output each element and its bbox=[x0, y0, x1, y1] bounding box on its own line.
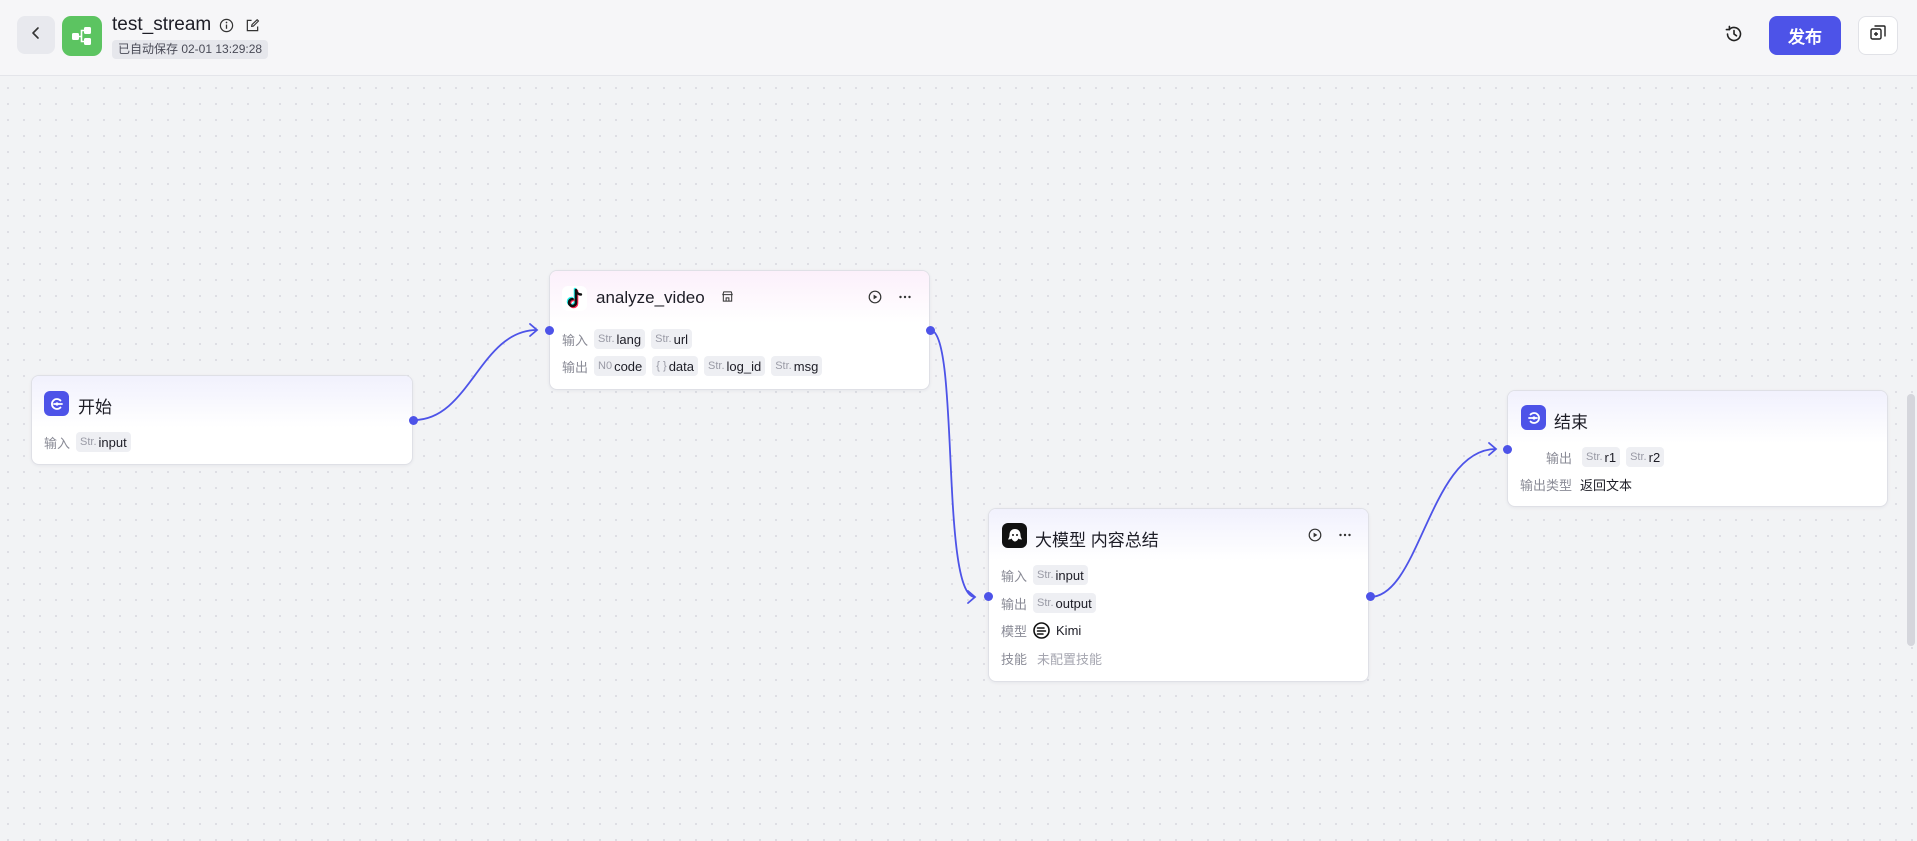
output-label: 输出 bbox=[1001, 596, 1028, 612]
model-name: Kimi bbox=[1056, 623, 1082, 638]
copy-icon bbox=[1869, 24, 1887, 47]
workflow-title: test_stream bbox=[112, 14, 212, 35]
port-start-out[interactable] bbox=[409, 416, 418, 425]
node-analyze-video[interactable]: analyze_video 输入 Str. lang Str. url 输出 N0 c… bbox=[549, 270, 930, 390]
end-icon bbox=[1521, 405, 1546, 430]
node-title: 结束 bbox=[1554, 413, 1588, 432]
edge-analyze-llm bbox=[929, 329, 976, 598]
skill-label: 技能 bbox=[1001, 652, 1028, 667]
param-tag: N0 code bbox=[594, 356, 647, 376]
info-icon[interactable] bbox=[217, 16, 235, 34]
more-icon[interactable] bbox=[1337, 527, 1353, 543]
param-tag: Str. lang bbox=[594, 329, 646, 349]
node-llm-summary[interactable]: 大模型 内容总结 输入 Str. input 输出 Str. output 模型 K… bbox=[988, 508, 1369, 682]
llm-icon bbox=[1002, 523, 1027, 548]
param-tag: Str. log_id bbox=[704, 356, 766, 376]
output-label: 输出 bbox=[1546, 450, 1573, 466]
output-type-value: 返回文本 bbox=[1580, 478, 1633, 493]
node-start[interactable]: 开始 输入 Str. input bbox=[31, 375, 413, 465]
edge-start-analyze bbox=[413, 329, 538, 421]
input-label: 输入 bbox=[562, 332, 589, 348]
port-analyze-in[interactable] bbox=[545, 326, 554, 335]
plugin-store-icon bbox=[721, 290, 735, 304]
input-label: 输入 bbox=[44, 435, 71, 451]
history-button[interactable] bbox=[1722, 24, 1746, 48]
edit-icon[interactable] bbox=[243, 16, 261, 34]
arrow-llm bbox=[967, 590, 977, 604]
copy-button[interactable] bbox=[1858, 16, 1898, 55]
workflow-icon bbox=[62, 16, 102, 56]
tiktok-icon bbox=[562, 286, 587, 311]
param-tag: Str. input bbox=[1033, 565, 1088, 585]
top-toolbar: test_stream 已自动保存 02-01 13:29:28 发布 bbox=[0, 0, 1917, 76]
chevron-left-icon bbox=[29, 26, 43, 45]
node-title: analyze_video bbox=[596, 288, 705, 307]
history-icon bbox=[1724, 24, 1744, 49]
play-circle-icon[interactable] bbox=[1307, 527, 1323, 543]
param-tag: Str. output bbox=[1033, 593, 1096, 613]
port-analyze-out[interactable] bbox=[926, 326, 935, 335]
model-label: 模型 bbox=[1001, 624, 1028, 639]
autosave-status: 已自动保存 02-01 13:29:28 bbox=[112, 40, 269, 59]
node-title: 大模型 内容总结 bbox=[1035, 531, 1159, 550]
port-llm-out[interactable] bbox=[1366, 592, 1375, 601]
param-tag: Str. url bbox=[651, 329, 693, 349]
param-tag: Str. r1 bbox=[1582, 447, 1621, 467]
kimi-icon bbox=[1033, 622, 1050, 639]
back-button[interactable] bbox=[17, 16, 55, 54]
param-tag: Str. input bbox=[76, 432, 131, 452]
vertical-scrollbar[interactable] bbox=[1907, 394, 1915, 646]
more-icon[interactable] bbox=[897, 289, 913, 305]
param-tag: Str. msg bbox=[771, 356, 823, 376]
node-end[interactable]: 结束 输出 Str. r1 Str. r2 输出类型 返回文本 bbox=[1507, 390, 1888, 507]
port-end-in[interactable] bbox=[1503, 445, 1512, 454]
start-icon bbox=[44, 391, 69, 416]
play-circle-icon[interactable] bbox=[867, 289, 883, 305]
edge-llm-end bbox=[1369, 448, 1497, 598]
param-tag: { } data bbox=[652, 356, 698, 376]
output-label: 输出 bbox=[562, 359, 589, 375]
node-title: 开始 bbox=[78, 398, 112, 417]
output-type-label: 输出类型 bbox=[1520, 478, 1573, 493]
port-llm-in[interactable] bbox=[984, 592, 993, 601]
publish-button[interactable]: 发布 bbox=[1769, 16, 1841, 55]
param-tag: Str. r2 bbox=[1626, 447, 1665, 467]
skill-value: 未配置技能 bbox=[1037, 652, 1103, 667]
input-label: 输入 bbox=[1001, 568, 1028, 584]
